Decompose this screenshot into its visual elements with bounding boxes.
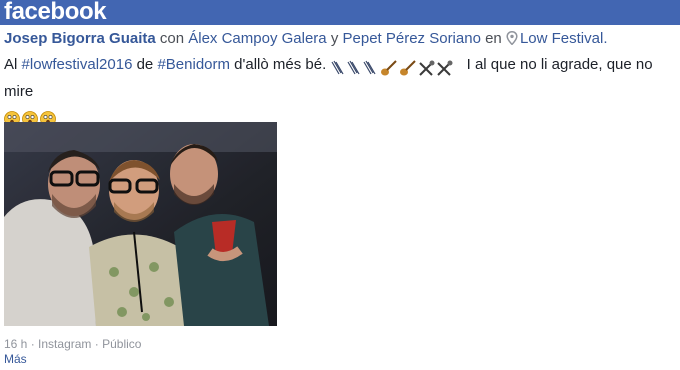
music-emoji-icons: [331, 60, 453, 76]
post-timestamp[interactable]: 16 h: [4, 337, 27, 351]
author-name[interactable]: Josep Bigorra Guaita: [4, 30, 156, 47]
meta-separator-2: ·: [94, 337, 99, 351]
post-meta: 16 h · Instagram · Público: [4, 336, 141, 352]
tagged-person-1[interactable]: Álex Campoy Galera: [188, 30, 326, 47]
post: Josep Bigorra Guaita con Álex Campoy Gal…: [4, 28, 674, 366]
more-link[interactable]: Más: [4, 351, 27, 367]
hashtag-benidorm[interactable]: #Benidorm: [157, 56, 230, 73]
text-al: Al: [4, 56, 18, 73]
post-source[interactable]: Instagram: [38, 337, 91, 351]
text-rest: d'allò més bé.: [234, 56, 327, 73]
emoji-row-music: [330, 56, 462, 80]
with-word: con: [159, 30, 185, 47]
photo-illustration: [4, 122, 277, 326]
at-word: en: [485, 30, 502, 47]
meta-separator-1: ·: [30, 337, 35, 351]
text-de: de: [136, 56, 154, 73]
map-pin-icon: [506, 31, 518, 45]
hashtag-lowfestival2016[interactable]: #lowfestival2016: [22, 56, 133, 73]
post-header: Josep Bigorra Guaita con Álex Campoy Gal…: [4, 28, 674, 50]
facebook-post-page: facebook Josep Bigorra Guaita con Álex C…: [0, 0, 680, 370]
post-body: Al #lowfestival2016 de #Benidorm d'allò …: [4, 53, 674, 131]
group-photo-image[interactable]: [4, 122, 277, 326]
facebook-top-bar: facebook: [0, 0, 680, 25]
tagged-person-2[interactable]: Pepet Pérez Soriano: [343, 30, 481, 47]
location-link[interactable]: Low Festival.: [520, 30, 608, 47]
post-audience[interactable]: Público: [102, 337, 141, 351]
and-word: y: [330, 30, 339, 47]
facebook-logo[interactable]: facebook: [4, 0, 107, 24]
